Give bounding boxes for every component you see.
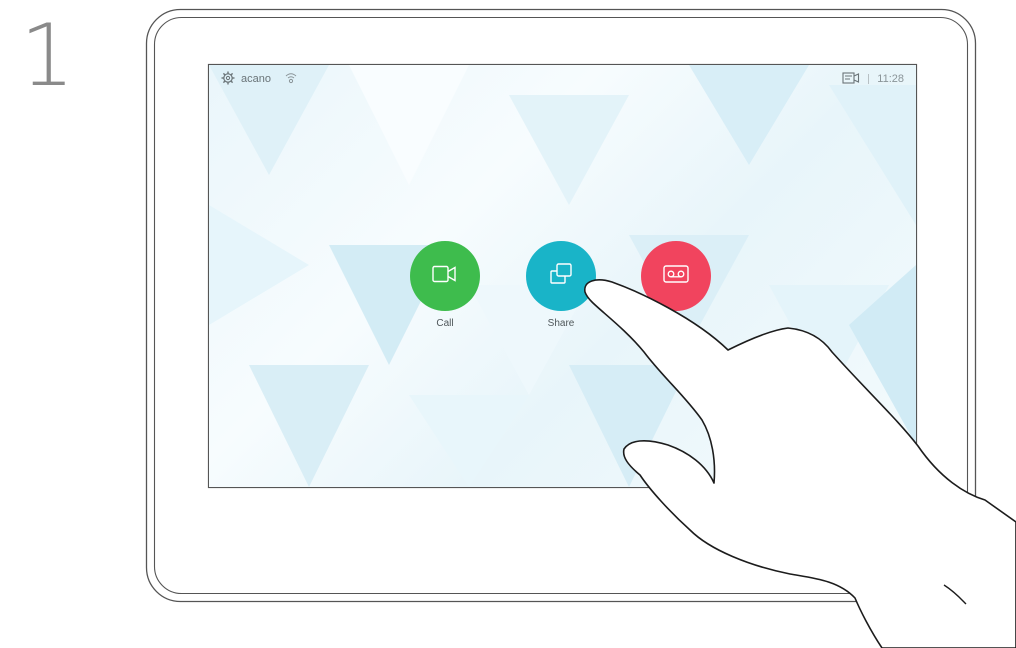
status-divider <box>868 74 870 84</box>
video-camera-icon <box>432 265 458 288</box>
share-label: Share <box>547 318 575 329</box>
voicemail-action[interactable] <box>640 241 712 318</box>
status-right: 11:28 <box>842 71 904 87</box>
touch-screen: acano 11:28 Call Share <box>209 65 916 487</box>
device-name: acano <box>241 73 271 85</box>
wireless-icon <box>285 72 297 87</box>
status-left: acano <box>221 71 297 87</box>
call-label: Call <box>436 318 454 329</box>
call-button[interactable] <box>410 241 480 311</box>
gear-icon[interactable] <box>221 71 235 88</box>
share-action[interactable]: Share <box>525 241 597 329</box>
call-action[interactable]: Call <box>409 241 481 329</box>
share-button[interactable] <box>526 241 596 311</box>
share-screens-icon <box>549 262 573 291</box>
selfview-icon[interactable] <box>842 71 860 87</box>
voicemail-button[interactable] <box>641 241 711 311</box>
illustration: 1 acano 11:28 Call Share <box>0 0 1016 648</box>
clock: 11:28 <box>877 73 904 85</box>
voicemail-icon <box>663 264 689 288</box>
